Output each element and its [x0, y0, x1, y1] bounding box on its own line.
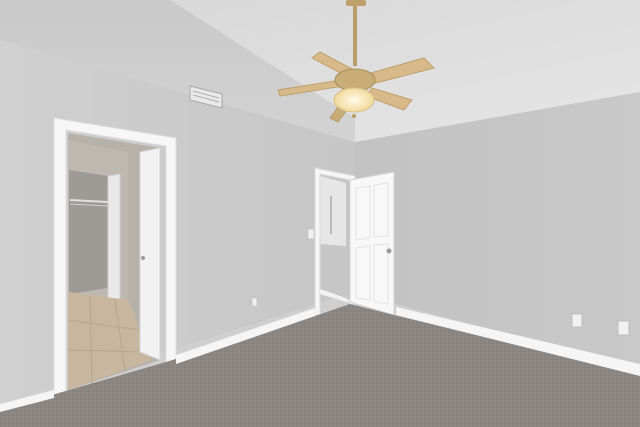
bathroom-door	[139, 147, 161, 361]
electrical-outlet	[617, 320, 630, 336]
bathroom-doorway	[67, 133, 161, 390]
room-scene	[0, 0, 640, 427]
hallway-doorway	[320, 172, 350, 303]
fan-light	[333, 87, 375, 113]
room-photo	[0, 0, 640, 427]
light-switch	[307, 228, 315, 240]
electrical-outlet	[251, 297, 258, 307]
closet	[69, 170, 109, 294]
bedroom-door	[349, 171, 395, 316]
electrical-outlet	[571, 313, 583, 328]
door-knob	[386, 248, 392, 254]
